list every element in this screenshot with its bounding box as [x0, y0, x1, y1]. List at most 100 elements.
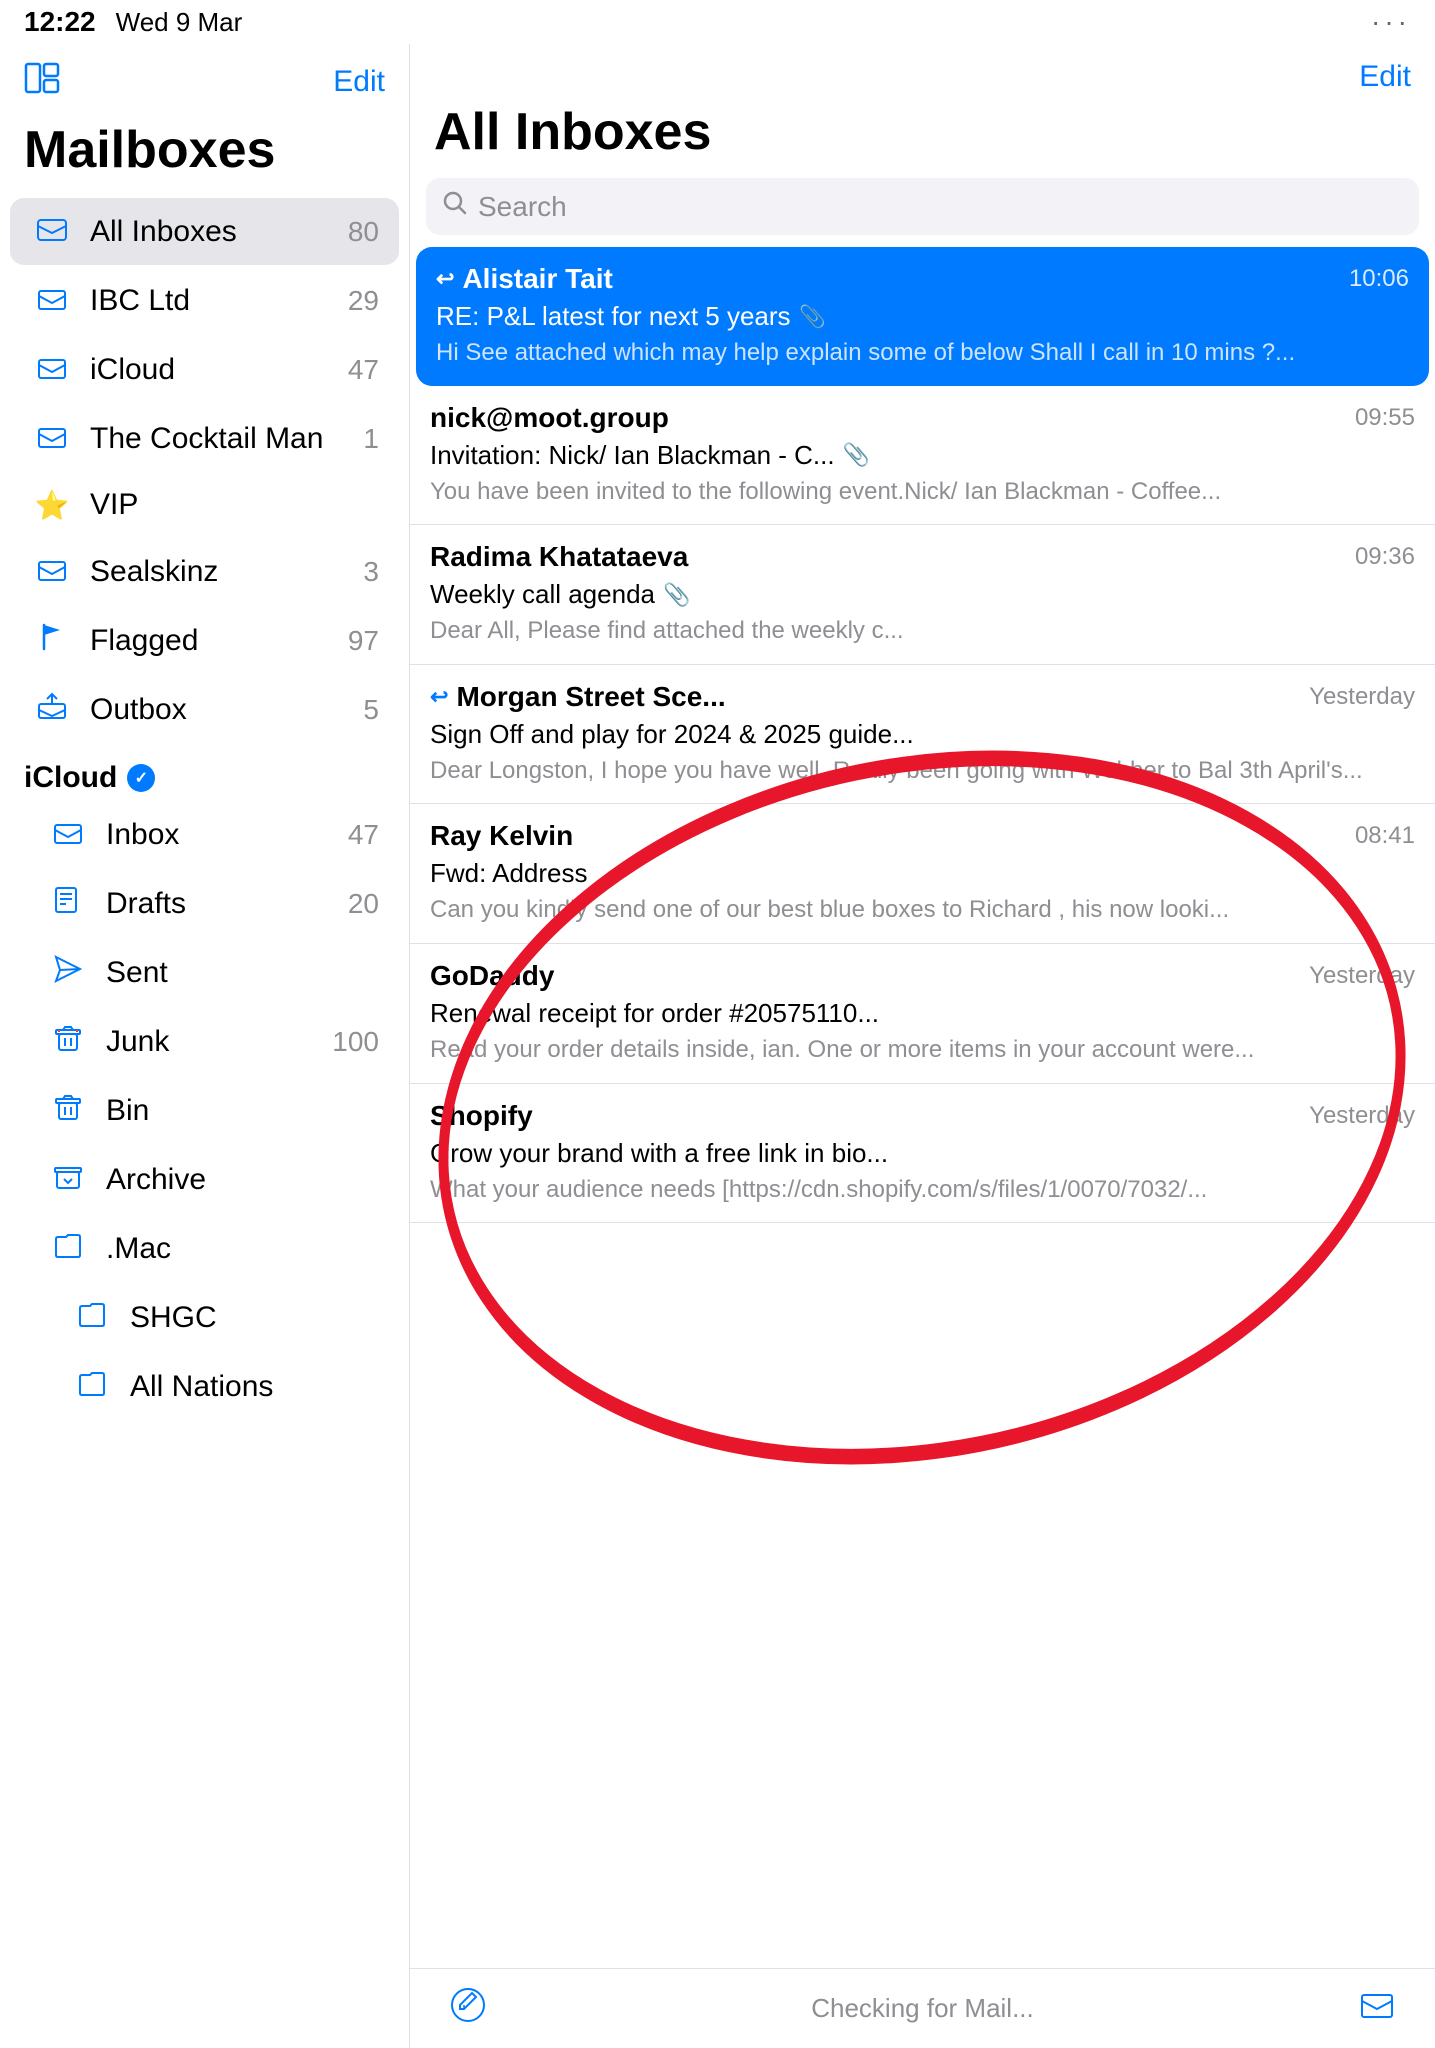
- attach-icon-2: 📎: [843, 442, 870, 468]
- outbox-icon: [30, 690, 74, 729]
- sealskinz-icon: [30, 552, 74, 591]
- icloud-label: iCloud: [90, 353, 348, 387]
- search-placeholder: Search: [478, 191, 567, 223]
- mailbox-item-cocktail-man[interactable]: The Cocktail Man 1: [10, 405, 399, 472]
- outbox-count: 5: [363, 694, 379, 726]
- icloud-all-nations-label: All Nations: [130, 1370, 379, 1404]
- attach-icon-3: 📎: [663, 582, 690, 608]
- ibc-ltd-icon: [30, 281, 74, 320]
- icloud-drafts-count: 20: [348, 888, 379, 920]
- reply-icon-4: ↩: [430, 684, 448, 710]
- email-subject-4: Sign Off and play for 2024 & 2025 guide.…: [430, 719, 1415, 750]
- email-subject-5: Fwd: Address: [430, 858, 1415, 889]
- sealskinz-count: 3: [363, 556, 379, 588]
- search-bar[interactable]: Search: [426, 178, 1419, 235]
- icloud-archive[interactable]: Archive: [10, 1146, 399, 1213]
- icloud-sent-label: Sent: [106, 956, 379, 990]
- email-item-5[interactable]: Ray Kelvin 08:41 Fwd: Address Can you ki…: [410, 804, 1435, 944]
- mailbox-item-sealskinz[interactable]: Sealskinz 3: [10, 538, 399, 605]
- mailbox-item-outbox[interactable]: Outbox 5: [10, 676, 399, 743]
- icloud-mac-label: .Mac: [106, 1232, 379, 1266]
- email-sender-4: ↩ Morgan Street Sce...: [430, 681, 726, 713]
- email-preview-1: Hi See attached which may help explain s…: [436, 336, 1409, 370]
- status-bar: 12:22 Wed 9 Mar ···: [0, 0, 1435, 44]
- email-item-1[interactable]: ↩ Alistair Tait 10:06 RE: P&L latest for…: [416, 247, 1429, 386]
- outbox-label: Outbox: [90, 693, 363, 727]
- icloud-inbox-count: 47: [348, 819, 379, 851]
- bottom-status: Checking for Mail...: [811, 1993, 1034, 2024]
- email-preview-5: Can you kindly send one of our best blue…: [430, 893, 1415, 927]
- email-subject-1: RE: P&L latest for next 5 years 📎: [436, 301, 1409, 332]
- icloud-drafts[interactable]: Drafts 20: [10, 870, 399, 937]
- search-icon: [442, 190, 468, 223]
- icloud-bin[interactable]: Bin: [10, 1077, 399, 1144]
- icloud-inbox-label: Inbox: [106, 818, 348, 852]
- email-sender-1: ↩ Alistair Tait: [436, 263, 613, 295]
- email-subject-3: Weekly call agenda 📎: [430, 579, 1415, 610]
- mailbox-item-all-inboxes[interactable]: All Inboxes 80: [10, 198, 399, 265]
- mailbox-item-vip[interactable]: ⭐ VIP: [10, 474, 399, 536]
- mailbox-item-ibc-ltd[interactable]: IBC Ltd 29: [10, 267, 399, 334]
- icloud-section-label: iCloud: [24, 761, 117, 795]
- icloud-shgc-icon: [70, 1298, 114, 1337]
- inbox-header: Edit: [410, 44, 1435, 102]
- email-time-4: Yesterday: [1309, 683, 1415, 711]
- status-date: Wed 9 Mar: [116, 7, 243, 38]
- icloud-all-nations[interactable]: All Nations: [10, 1353, 399, 1420]
- inbox-edit-button[interactable]: Edit: [1359, 60, 1411, 94]
- icloud-drafts-icon: [46, 884, 90, 923]
- cocktail-man-count: 1: [363, 423, 379, 455]
- email-preview-7: What your audience needs [https://cdn.sh…: [430, 1173, 1415, 1207]
- icloud-sent[interactable]: Sent: [10, 939, 399, 1006]
- status-dots: ···: [1371, 6, 1411, 37]
- email-preview-4: Dear Longston, I hope you have well. Rea…: [430, 754, 1415, 788]
- icloud-count: 47: [348, 354, 379, 386]
- icloud-mac-icon: [46, 1229, 90, 1268]
- icloud-archive-icon: [46, 1160, 90, 1199]
- attach-icon-1: 📎: [799, 304, 826, 330]
- email-item-4[interactable]: ↩ Morgan Street Sce... Yesterday Sign Of…: [410, 665, 1435, 805]
- email-item-6[interactable]: GoDaddy Yesterday Renewal receipt for or…: [410, 944, 1435, 1084]
- inbox-title: All Inboxes: [410, 102, 1435, 178]
- mailbox-icon-bottom[interactable]: [1359, 1987, 1395, 2031]
- email-time-7: Yesterday: [1309, 1102, 1415, 1130]
- sidebar-edit-button[interactable]: Edit: [333, 65, 385, 99]
- email-item-7[interactable]: Shopify Yesterday Grow your brand with a…: [410, 1084, 1435, 1224]
- icloud-shgc[interactable]: SHGC: [10, 1284, 399, 1351]
- sealskinz-label: Sealskinz: [90, 555, 363, 589]
- all-inboxes-label: All Inboxes: [90, 215, 348, 249]
- sidebar-title: Mailboxes: [0, 112, 409, 196]
- icloud-junk-label: Junk: [106, 1025, 332, 1059]
- all-inboxes-icon: [30, 212, 74, 251]
- flagged-count: 97: [348, 625, 379, 657]
- icloud-sent-icon: [46, 953, 90, 992]
- mailbox-item-icloud[interactable]: iCloud 47: [10, 336, 399, 403]
- icloud-inbox-icon: [46, 815, 90, 854]
- email-sender-2: nick@moot.group: [430, 402, 669, 434]
- compose-icon[interactable]: [450, 1987, 486, 2031]
- icloud-inbox[interactable]: Inbox 47: [10, 801, 399, 868]
- email-time-6: Yesterday: [1309, 962, 1415, 990]
- cocktail-man-label: The Cocktail Man: [90, 422, 363, 456]
- icloud-mac[interactable]: .Mac: [10, 1215, 399, 1282]
- sidebar-panel-icon: [24, 60, 60, 104]
- ibc-ltd-count: 29: [348, 285, 379, 317]
- email-item-2[interactable]: nick@moot.group 09:55 Invitation: Nick/ …: [410, 386, 1435, 526]
- icloud-archive-label: Archive: [106, 1163, 379, 1197]
- email-preview-3: Dear All, Please find attached the weekl…: [430, 614, 1415, 648]
- mailbox-item-flagged[interactable]: Flagged 97: [10, 607, 399, 674]
- icloud-shgc-label: SHGC: [130, 1301, 379, 1335]
- icloud-junk[interactable]: Junk 100: [10, 1008, 399, 1075]
- email-subject-6: Renewal receipt for order #20575110...: [430, 998, 1415, 1029]
- icloud-junk-count: 100: [332, 1026, 379, 1058]
- email-item-3[interactable]: Radima Khatataeva 09:36 Weekly call agen…: [410, 525, 1435, 665]
- email-subject-2: Invitation: Nick/ Ian Blackman - C... 📎: [430, 440, 1415, 471]
- icloud-bin-icon: [46, 1091, 90, 1130]
- icloud-icon: [30, 350, 74, 389]
- status-time: 12:22: [24, 6, 96, 38]
- bottom-bar: Checking for Mail...: [410, 1968, 1435, 2048]
- cocktail-man-icon: [30, 419, 74, 458]
- sidebar: Edit Mailboxes All Inboxes 80: [0, 44, 410, 2048]
- all-inboxes-count: 80: [348, 216, 379, 248]
- email-sender-7: Shopify: [430, 1100, 533, 1132]
